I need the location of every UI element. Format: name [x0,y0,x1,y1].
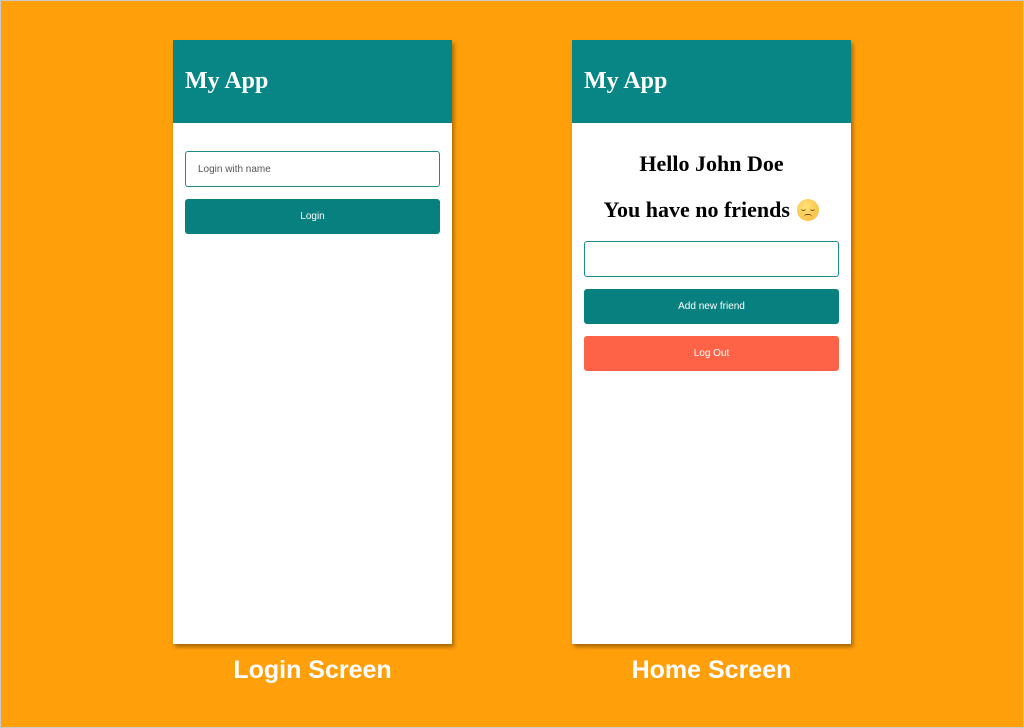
app-header: My App [572,40,851,123]
greeting-heading: Hello John Doe [639,151,784,176]
friends-message-text: You have no friends [603,197,790,222]
login-button[interactable]: Login [185,199,440,234]
login-screen-caption: Login Screen [233,656,392,684]
pensive-face-icon [797,199,820,221]
app-title: My App [185,68,269,94]
friends-message: You have no friends [584,197,839,223]
login-form: Login [173,123,452,234]
login-screen: My App Login [173,40,452,644]
home-screen: My App Hello John Doe You have no friend… [572,40,851,644]
image-frame [0,0,1024,728]
app-title: My App [584,68,668,94]
home-content: Hello John Doe You have no friends Add n… [572,123,851,371]
new-friend-input[interactable] [584,241,839,277]
login-name-input[interactable] [185,151,440,187]
home-screen-caption: Home Screen [631,656,792,684]
app-header: My App [173,40,452,123]
logout-button[interactable]: Log Out [584,336,839,371]
add-friend-button[interactable]: Add new friend [584,289,839,324]
